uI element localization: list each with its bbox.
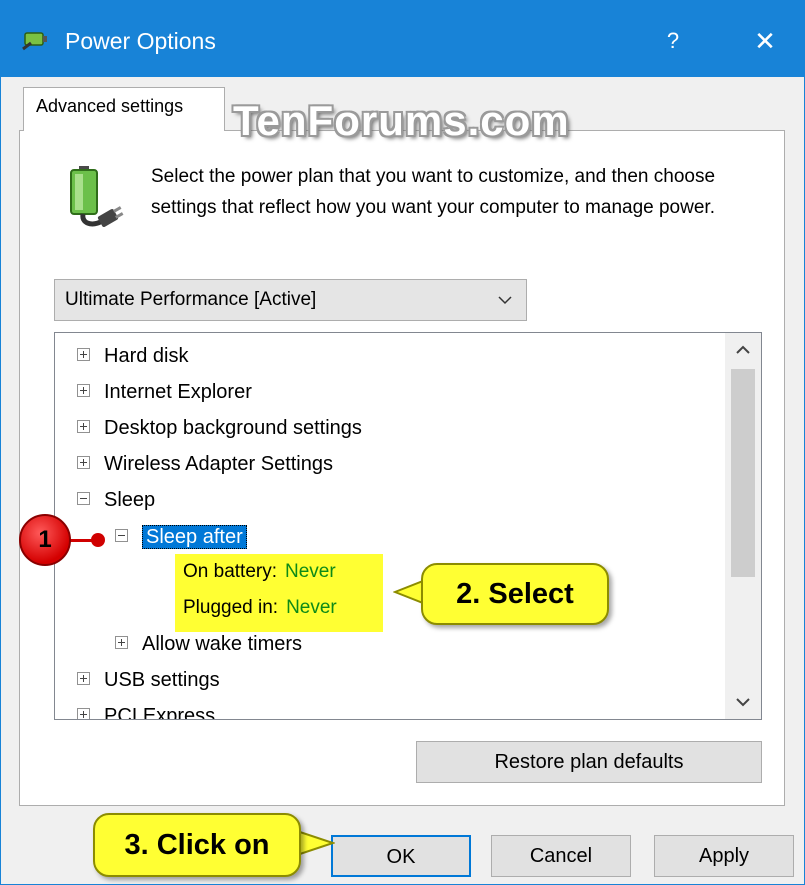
- tree-item-allow-wake-timers[interactable]: Allow wake timers: [115, 629, 302, 659]
- on-battery-row[interactable]: On battery: Never: [183, 557, 336, 587]
- battery-plug-icon: [70, 166, 124, 227]
- description-text: Select the power plan that you want to c…: [151, 166, 716, 218]
- tab-advanced-settings[interactable]: Advanced settings: [23, 87, 225, 131]
- callout-pointer: [296, 829, 335, 857]
- scroll-thumb[interactable]: [731, 369, 755, 577]
- scroll-down-arrow-icon[interactable]: [725, 685, 761, 719]
- power-options-window: Power Options ? ✕ Advanced settings TenF…: [0, 0, 805, 885]
- power-plan-value: Ultimate Performance [Active]: [65, 289, 317, 310]
- expand-icon[interactable]: [77, 672, 90, 686]
- callout-dot: [91, 533, 105, 547]
- power-plan-dropdown[interactable]: Ultimate Performance [Active]: [54, 279, 527, 321]
- tree-item-sleep[interactable]: Sleep: [77, 485, 155, 515]
- tree-item-hard-disk[interactable]: Hard disk: [77, 341, 188, 371]
- collapse-icon[interactable]: [115, 529, 128, 543]
- expand-icon[interactable]: [77, 348, 90, 362]
- tree-item-sleep-after[interactable]: Sleep after: [115, 522, 247, 552]
- expand-icon[interactable]: [115, 636, 128, 650]
- window-title: Power Options: [65, 28, 216, 54]
- tree-item-pci-express[interactable]: PCI Express: [77, 701, 215, 719]
- selected-item-label: Sleep after: [142, 525, 247, 549]
- step-3-callout: 3. Click on: [93, 813, 301, 877]
- vertical-scrollbar[interactable]: [725, 333, 761, 719]
- expand-icon[interactable]: [77, 420, 90, 434]
- power-options-icon: [22, 32, 47, 51]
- chevron-down-icon: [498, 296, 512, 305]
- expand-icon[interactable]: [77, 708, 90, 719]
- tree-item-desktop-background[interactable]: Desktop background settings: [77, 413, 362, 443]
- step-1-badge: 1: [19, 514, 71, 566]
- tree-item-wireless-adapter[interactable]: Wireless Adapter Settings: [77, 449, 333, 479]
- close-button[interactable]: ✕: [735, 19, 795, 63]
- help-button[interactable]: ?: [645, 19, 701, 63]
- advanced-settings-tree[interactable]: Hard disk Internet Explorer Desktop back…: [54, 332, 762, 720]
- expand-icon[interactable]: [77, 384, 90, 398]
- ok-button[interactable]: OK: [331, 835, 471, 877]
- sleep-after-values: On battery: Never Plugged in: Never: [175, 554, 383, 632]
- collapse-icon[interactable]: [77, 492, 90, 506]
- expand-icon[interactable]: [77, 456, 90, 470]
- scroll-up-arrow-icon[interactable]: [725, 333, 761, 367]
- tab-label: Advanced settings: [36, 96, 184, 116]
- watermark: TenForums.com: [233, 97, 570, 144]
- plugged-in-label: Plugged in:: [183, 597, 279, 618]
- tree-item-usb-settings[interactable]: USB settings: [77, 665, 220, 695]
- plugged-in-row[interactable]: Plugged in: Never: [183, 593, 337, 623]
- apply-button[interactable]: Apply: [654, 835, 794, 877]
- cancel-button[interactable]: Cancel: [491, 835, 631, 877]
- tree-item-internet-explorer[interactable]: Internet Explorer: [77, 377, 252, 407]
- plugged-in-value[interactable]: Never: [286, 597, 337, 618]
- step-2-callout: 2. Select: [421, 563, 609, 625]
- on-battery-value[interactable]: Never: [285, 561, 336, 582]
- on-battery-label: On battery:: [183, 561, 277, 582]
- title-bar[interactable]: Power Options ? ✕: [1, 1, 804, 77]
- restore-plan-defaults-button[interactable]: Restore plan defaults: [416, 741, 762, 783]
